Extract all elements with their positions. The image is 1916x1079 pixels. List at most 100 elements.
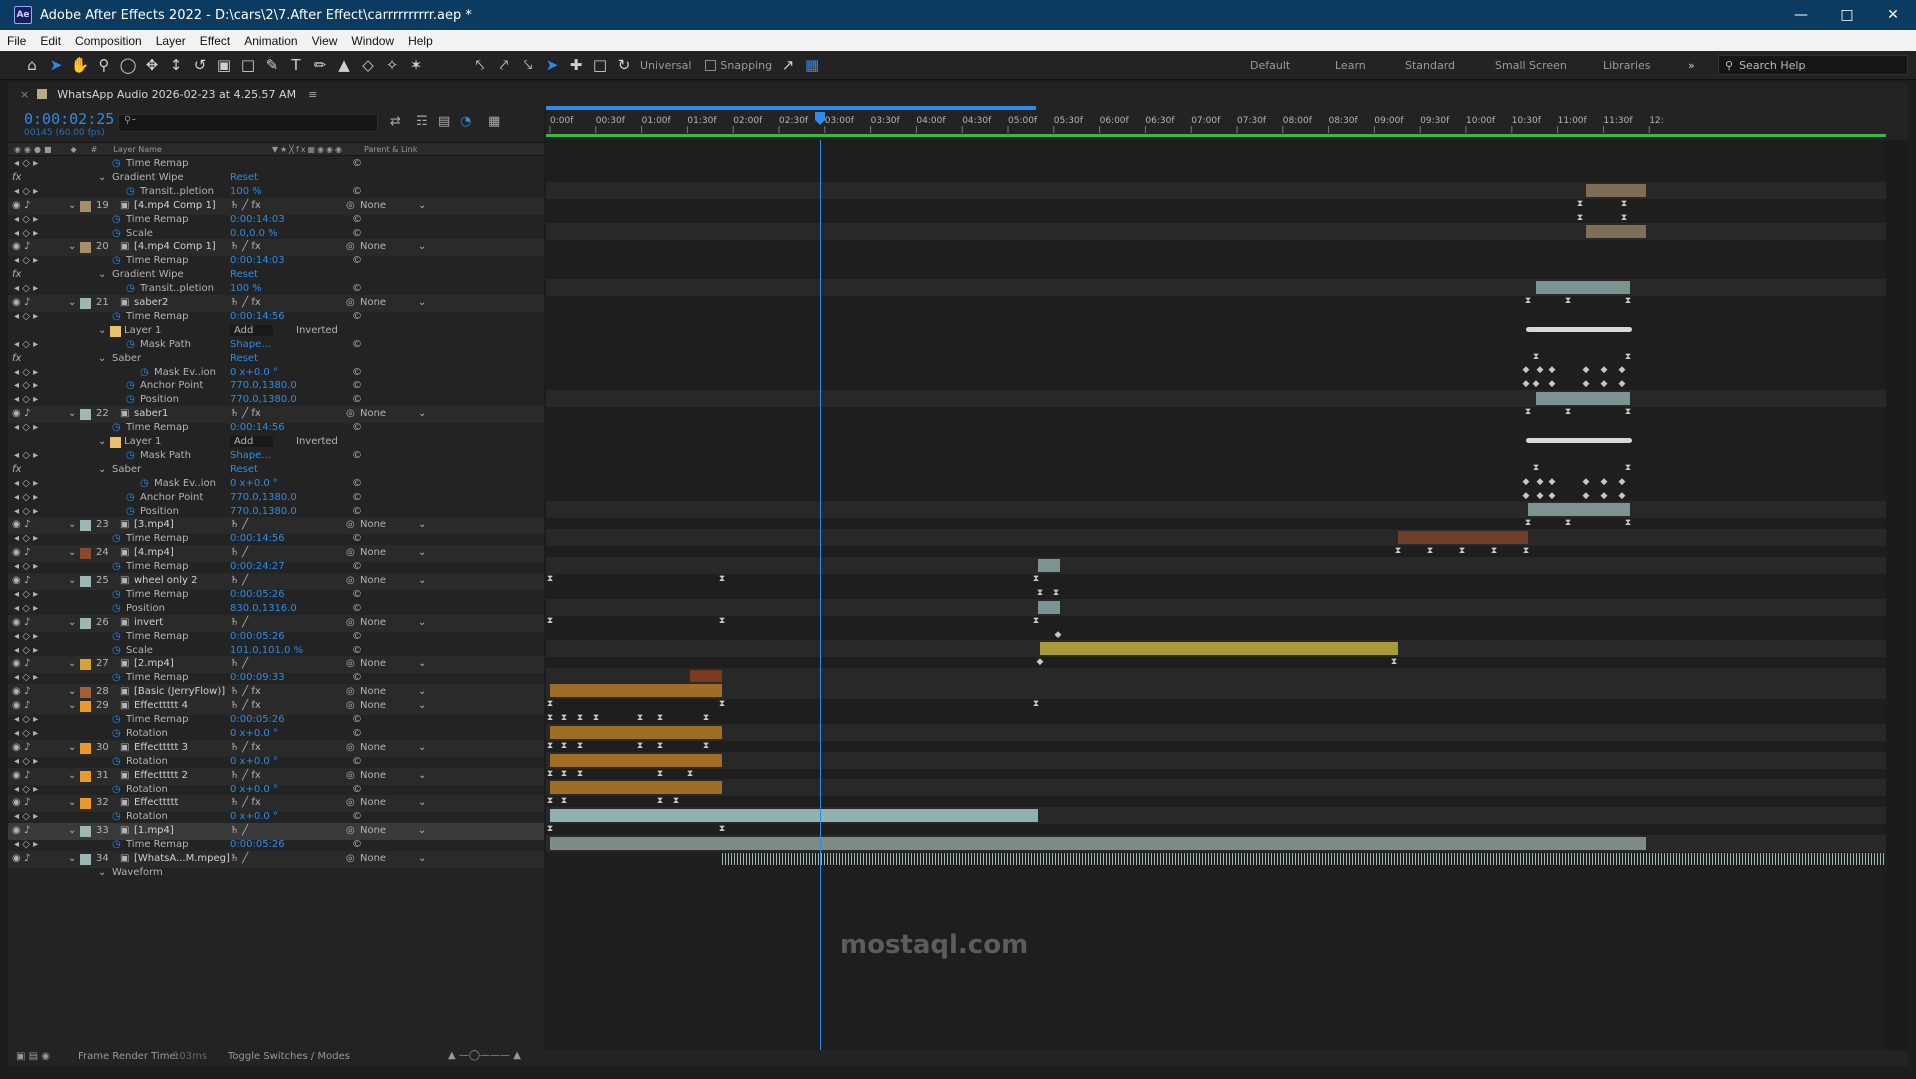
chevron-down-icon[interactable]: ⌄: [418, 547, 426, 558]
menu-edit[interactable]: Edit: [33, 34, 68, 48]
keyframe-navigator-icon[interactable]: ◂ ◇ ▸: [14, 214, 38, 225]
vertical-scrollbar[interactable]: [1886, 140, 1908, 1050]
keyframe-icon[interactable]: ◆: [1053, 630, 1063, 640]
expand-twirl-icon[interactable]: ⌄: [98, 172, 106, 183]
visibility-eye-icon[interactable]: ◉: [12, 241, 21, 252]
expression-spiral-icon[interactable]: ©: [352, 367, 362, 378]
layer-switches[interactable]: ♄ ╱ fx: [230, 200, 261, 211]
keyframe-icon[interactable]: ⧗: [575, 713, 585, 723]
rectangle-tool-icon[interactable]: □: [236, 53, 260, 77]
visibility-eye-icon[interactable]: ◉: [12, 547, 21, 558]
search-help-field[interactable]: ⚲ Search Help: [1718, 55, 1908, 75]
pick-whip-icon[interactable]: ◎: [346, 575, 355, 586]
layer-label-color[interactable]: [80, 826, 91, 837]
universal-select-icon[interactable]: ➤: [540, 53, 564, 77]
snap-grid-icon[interactable]: ▦: [800, 53, 824, 77]
stopwatch-icon[interactable]: ◷: [126, 380, 135, 391]
expand-twirl-icon[interactable]: ⌄: [98, 436, 106, 447]
keyframe-icon[interactable]: ◆: [1535, 477, 1545, 487]
property-value[interactable]: 770.0,1380.0: [230, 380, 297, 391]
property-value[interactable]: Shape...: [230, 339, 271, 350]
property-value[interactable]: 0 x+0.0 °: [230, 784, 278, 795]
stopwatch-icon[interactable]: ◷: [112, 311, 121, 322]
keyframe-icon[interactable]: ⧗: [575, 769, 585, 779]
workspace-overflow-icon[interactable]: »: [1688, 51, 1695, 80]
layer-switches[interactable]: ♄ ╱ fx: [230, 700, 261, 711]
keyframe-navigator-icon[interactable]: ◂ ◇ ▸: [14, 631, 38, 642]
audio-speaker-icon[interactable]: ♪: [24, 547, 30, 558]
chevron-down-icon[interactable]: ⌄: [418, 519, 426, 530]
property-value[interactable]: Reset: [230, 172, 258, 183]
pick-whip-icon[interactable]: ◎: [346, 700, 355, 711]
menu-file[interactable]: File: [0, 34, 33, 48]
keyframe-navigator-icon[interactable]: ◂ ◇ ▸: [14, 784, 38, 795]
chevron-down-icon[interactable]: ⌄: [418, 825, 426, 836]
visibility-eye-icon[interactable]: ◉: [12, 297, 21, 308]
snapping-checkbox[interactable]: [705, 59, 717, 71]
parent-dropdown[interactable]: None: [360, 519, 386, 530]
pan-camera-icon[interactable]: ✥: [140, 53, 164, 77]
visibility-eye-icon[interactable]: ◉: [12, 797, 21, 808]
visibility-eye-icon[interactable]: ◉: [12, 825, 21, 836]
keyframe-navigator-icon[interactable]: ◂ ◇ ▸: [14, 450, 38, 461]
keyframe-navigator-icon[interactable]: ◂ ◇ ▸: [14, 533, 38, 544]
audio-speaker-icon[interactable]: ♪: [24, 617, 30, 628]
expand-twirl-icon[interactable]: ⌄: [98, 353, 106, 364]
keyframe-icon[interactable]: ⧗: [546, 616, 555, 626]
frame-blending-icon[interactable]: ▤: [438, 114, 450, 129]
layer-switches[interactable]: ♄ ╱: [230, 547, 248, 558]
stopwatch-icon[interactable]: ◷: [112, 756, 121, 767]
chevron-down-icon[interactable]: ⌄: [418, 700, 426, 711]
expression-spiral-icon[interactable]: ©: [352, 283, 362, 294]
property-value[interactable]: Shape...: [230, 450, 271, 461]
layer-label-color[interactable]: [80, 701, 91, 712]
property-value[interactable]: 770.0,1380.0: [230, 492, 297, 503]
keyframe-navigator-icon[interactable]: ◂ ◇ ▸: [14, 311, 38, 322]
keyframe-icon[interactable]: ◆: [1599, 477, 1609, 487]
keyframe-icon[interactable]: ◆: [1599, 491, 1609, 501]
layer-label-color[interactable]: [80, 743, 91, 754]
keyframe-icon[interactable]: ◆: [1617, 491, 1627, 501]
layer-name[interactable]: [4.mp4 Comp 1]: [134, 241, 216, 252]
expression-spiral-icon[interactable]: ©: [352, 728, 362, 739]
audio-speaker-icon[interactable]: ♪: [24, 797, 30, 808]
expression-spiral-icon[interactable]: ©: [352, 784, 362, 795]
expression-spiral-icon[interactable]: ©: [352, 839, 362, 850]
parent-dropdown[interactable]: None: [360, 241, 386, 252]
property-value[interactable]: 0 x+0.0 °: [230, 728, 278, 739]
layer-switches[interactable]: ♄ ╱ fx: [230, 770, 261, 781]
puppet-pin-icon[interactable]: ✶: [404, 53, 428, 77]
layer-name[interactable]: [Basic (JerryFlow)]: [134, 686, 225, 697]
keyframe-icon[interactable]: ⧗: [717, 824, 727, 834]
menu-composition[interactable]: Composition: [68, 34, 149, 48]
panel-menu-icon[interactable]: ≡: [308, 88, 317, 101]
stopwatch-icon[interactable]: ◷: [112, 158, 121, 169]
expand-twirl-icon[interactable]: ⌄: [68, 700, 76, 711]
comp-tab-name[interactable]: WhatsApp Audio 2026-02-23 at 4.25.57 AM: [57, 88, 296, 101]
pick-whip-icon[interactable]: ◎: [346, 617, 355, 628]
keyframe-icon[interactable]: ⧗: [1623, 296, 1633, 306]
stopwatch-icon[interactable]: ◷: [126, 450, 135, 461]
layer-switches[interactable]: ♄ ╱: [230, 617, 248, 628]
pick-whip-icon[interactable]: ◎: [346, 658, 355, 669]
property-value[interactable]: 100 %: [230, 283, 262, 294]
keyframe-icon[interactable]: ⧗: [701, 713, 711, 723]
stopwatch-icon[interactable]: ◷: [126, 492, 135, 503]
expand-twirl-icon[interactable]: ⌄: [68, 617, 76, 628]
expand-twirl-icon[interactable]: ⌄: [68, 686, 76, 697]
rotation-tool-icon[interactable]: ↺: [188, 53, 212, 77]
layer-switches[interactable]: ♄ ╱ fx: [230, 797, 261, 808]
parent-dropdown[interactable]: None: [360, 770, 386, 781]
stopwatch-icon[interactable]: ◷: [112, 561, 121, 572]
mask-inverted-checkbox[interactable]: Inverted: [296, 325, 338, 336]
parent-dropdown[interactable]: None: [360, 742, 386, 753]
keyframe-icon[interactable]: ◆: [1617, 379, 1627, 389]
playhead-line[interactable]: [820, 140, 821, 1050]
keyframe-icon[interactable]: ⧗: [575, 741, 585, 751]
audio-speaker-icon[interactable]: ♪: [24, 241, 30, 252]
work-area-bar[interactable]: [546, 106, 1036, 110]
graph-editor-icon[interactable]: ▦: [488, 114, 500, 129]
keyframe-navigator-icon[interactable]: ◂ ◇ ▸: [14, 339, 38, 350]
expression-spiral-icon[interactable]: ©: [352, 811, 362, 822]
layer-name[interactable]: wheel only 2: [134, 575, 197, 586]
